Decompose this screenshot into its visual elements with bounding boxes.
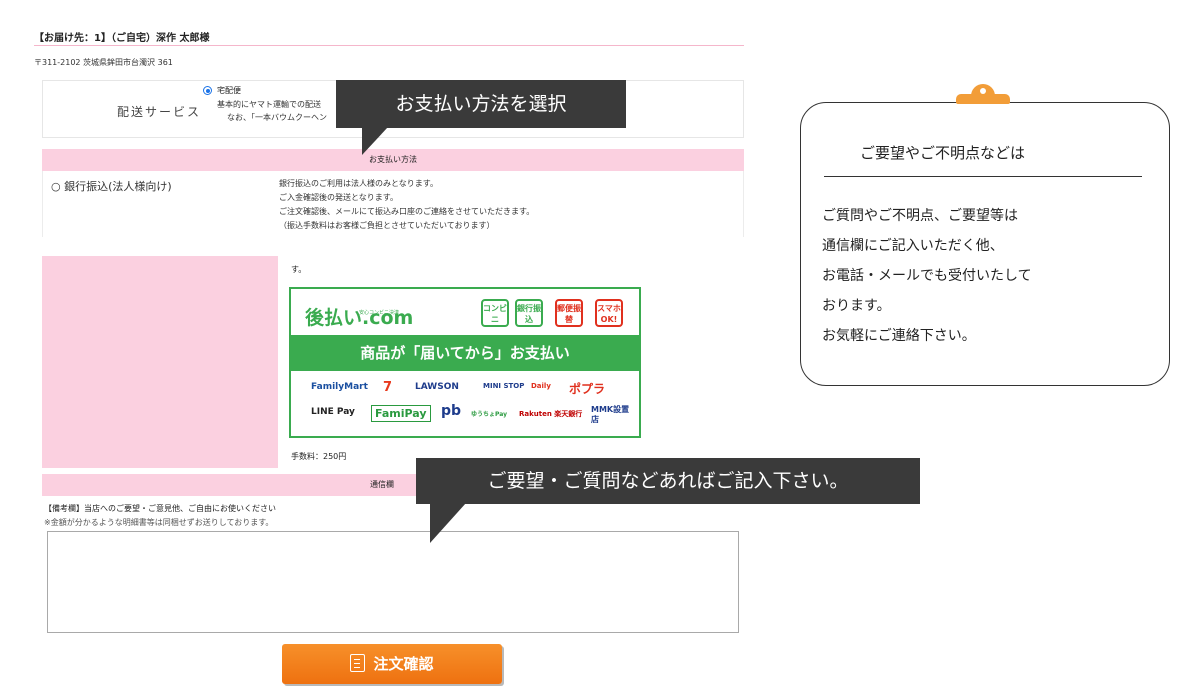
info-board-line: 通信欄にご記入いただく他、 <box>822 238 1004 254</box>
store-ministop-logo: MINI STOP <box>483 382 525 390</box>
memo-note: ※金額が分かるような明細書等は同梱せずお送りしております。 <box>44 518 274 527</box>
delivery-address: 〒311-2102 茨城県鉾田市台濁沢 361 <box>34 58 173 67</box>
atobarai-fee: 手数料：250円 <box>291 452 347 461</box>
delivery-title: 【お届け先：1】（ご自宅）深作 太郎様 <box>34 33 210 44</box>
payment-label-cell-atobarai[interactable] <box>42 256 278 468</box>
info-board-line: ご質問やご不明点、ご要望等は <box>822 208 1018 224</box>
memo-textarea[interactable] <box>47 531 739 633</box>
info-board-line: おります。 <box>822 298 891 314</box>
info-board-line: お気軽にご連絡下さい。 <box>822 328 976 344</box>
info-board-divider <box>824 176 1142 177</box>
payment-radio-bank[interactable]: ○ 銀行振込(法人様向け) <box>51 178 172 194</box>
method-convenience-icon: コンビニ <box>481 299 509 327</box>
shipping-note-2: なお、「一本バウムクーヘン <box>227 113 327 122</box>
store-poplar-logo: ポプラ <box>569 382 606 396</box>
bank-description: 銀行振込のご利用は法人様のみとなります。 ご入金確認後の発送となります。 ご注文… <box>279 177 534 233</box>
store-daily-logo: Daily <box>531 382 551 390</box>
bank-desc-line: ご注文確認後、メールにて振込み口座のご連絡をさせていただきます。 <box>279 207 535 216</box>
atobarai-logo: 後払い.com <box>305 307 414 329</box>
mmk-logo: MMK設置店 <box>591 405 630 424</box>
atobarai-logo-sub: 安心コンビニ決済 <box>359 310 400 316</box>
method-postal-icon: 郵便振替 <box>555 299 583 327</box>
payment-header: お支払い方法 <box>42 149 744 171</box>
confirm-order-button[interactable]: 注文確認 <box>282 644 502 684</box>
checklist-icon <box>350 653 366 672</box>
shipping-option-label[interactable]: 宅配便 <box>217 85 241 96</box>
callout-payment: お支払い方法を選択 <box>336 80 626 128</box>
bank-desc-line: 銀行振込のご利用は法人様のみとなります。 <box>279 179 438 188</box>
atobarai-banner: 後払い.com 安心コンビニ決済 コンビニ 銀行振込 郵便振替 スマホOK! 商… <box>289 287 641 438</box>
clipboard-clip-icon <box>956 84 1010 104</box>
shipping-note: 基本的にヤマト運輸での配送 <box>217 100 321 109</box>
store-familymart-logo: FamilyMart <box>311 382 368 392</box>
paybe-logo: pb <box>441 403 462 419</box>
banner-tagline: 商品が「届いてから」お支払い <box>291 335 639 371</box>
atobarai-desc-tail: す。 <box>291 265 307 274</box>
bank-desc-line: （振込手数料はお客様ご負担とさせていただいております） <box>279 221 495 230</box>
shipping-radio-takuhaibin[interactable] <box>203 86 212 95</box>
bank-desc-line: ご入金確認後の発送となります。 <box>279 193 398 202</box>
callout-request: ご要望・ご質問などあればご記入下さい。 <box>416 458 920 504</box>
info-board-title: ご要望やご不明点などは <box>860 144 1026 162</box>
memo-label: 【備考欄】当店へのご要望・ご意見他、ご自由にお使いください <box>44 504 276 513</box>
method-smartphone-icon: スマホOK! <box>595 299 623 327</box>
banner-top: 後払い.com 安心コンビニ決済 コンビニ 銀行振込 郵便振替 スマホOK! <box>291 289 639 335</box>
info-board-line: お電話・メールでも受付いたして <box>822 268 1032 284</box>
method-bank-icon: 銀行振込 <box>515 299 543 327</box>
rakuten-bank-logo: Rakuten 楽天銀行 <box>519 410 583 418</box>
shipping-label: 配送サービス <box>117 105 202 119</box>
payment-row-bank: ○ 銀行振込(法人様向け) 銀行振込のご利用は法人様のみとなります。 ご入金確認… <box>42 171 744 237</box>
yuchopay-logo: ゆうちょPay <box>471 411 508 418</box>
confirm-order-label: 注文確認 <box>373 655 434 673</box>
callout-request-tail <box>430 503 466 543</box>
store-lawson-logo: LAWSON <box>415 382 459 392</box>
linepay-logo: LINE Pay <box>311 407 355 417</box>
callout-payment-tail <box>362 127 388 155</box>
store-seven-logo: 7 <box>383 380 393 395</box>
famipay-logo: FamiPay <box>371 405 431 422</box>
delivery-divider <box>34 45 744 46</box>
communication-header-label: 通信欄 <box>370 480 394 489</box>
